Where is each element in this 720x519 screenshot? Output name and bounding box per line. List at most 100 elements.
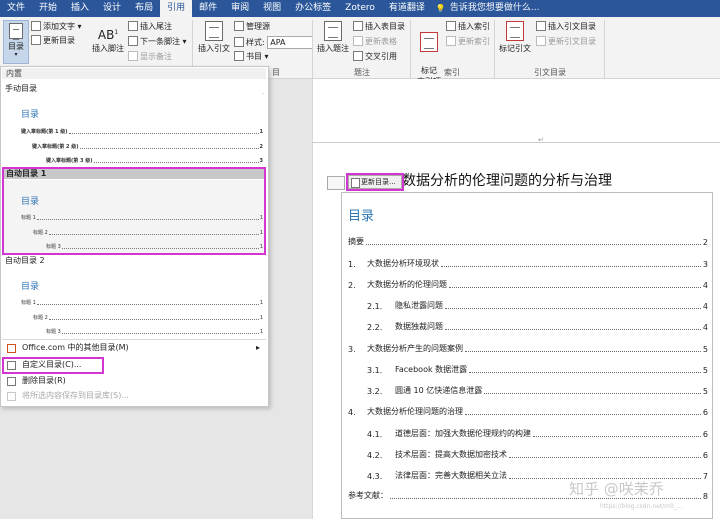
menu-office-more[interactable]: Office.com 中的其他目录(M) ▸ (2, 341, 266, 355)
toc-leader-dots (533, 436, 701, 437)
show-notes-button[interactable]: 显示备注 (128, 51, 172, 62)
toc-entry[interactable]: 4. 大数据分析伦理问题的治理 6 (348, 406, 708, 417)
tab-youdao[interactable]: 有道翻译 (382, 0, 432, 17)
toc-entry[interactable]: 4.2. 技术层面：提高大数据加密技术 6 (367, 449, 708, 460)
toc-button[interactable]: 目录 ▾ (3, 20, 29, 64)
tell-me-search[interactable]: 告诉我您想要做什么... (432, 0, 547, 17)
toc-entry-number: 2. (348, 281, 356, 290)
auto-toc-2-line: 标题 31 (46, 329, 263, 335)
tab-layout[interactable]: 布局 (128, 0, 160, 17)
paragraph-mark: ↵ (538, 136, 544, 144)
toc-control-handle[interactable] (327, 176, 345, 190)
update-index-button[interactable]: 更新索引 (446, 36, 490, 47)
toc-entry-number: 4. (348, 408, 356, 417)
group-label-captions: 题注 (354, 68, 370, 77)
toc-entry[interactable]: 1. 大数据分析环境现状 3 (348, 258, 708, 269)
toc-entry-number: 4.2. (367, 451, 383, 460)
mark-citation-button[interactable]: 标记引文 (497, 21, 533, 54)
toc-entry-text: 大数据分析的伦理问题 (367, 280, 447, 289)
toc-entry[interactable]: 摘要 2 (348, 236, 708, 247)
chevron-right-icon: ▸ (255, 343, 260, 352)
manual-toc-preview-title: 目录 (21, 110, 40, 120)
toc-entry[interactable]: 3. 大数据分析产生的问题案例 5 (348, 343, 708, 354)
next-footnote-button[interactable]: 下一条脚注 ▾ (128, 36, 187, 47)
toc-entry[interactable]: 3.1. Facebook 数据泄露 5 (367, 364, 708, 375)
toc-entry[interactable]: 2. 大数据分析的伦理问题 4 (348, 279, 708, 290)
insert-endnote-button[interactable]: 插入尾注 (128, 21, 172, 32)
table-of-figures-icon (353, 21, 363, 31)
document-title: 大数据分析的伦理问题的分析与治理 (388, 173, 612, 189)
ribbon-divider (494, 20, 495, 78)
insert-table-of-figures-button[interactable]: 插入表目录 (353, 21, 405, 32)
tab-home[interactable]: 开始 (32, 0, 64, 17)
update-table-of-authorities-button[interactable]: 更新引文目录 (536, 36, 596, 47)
menu-remove-toc[interactable]: 删除目录(R) (2, 374, 266, 388)
highlight-custom-toc (2, 357, 104, 374)
tab-file[interactable]: 文件 (0, 0, 32, 17)
toc-entry-page: 5 (702, 387, 708, 396)
toc-entry-text: 大数据分析伦理问题的治理 (367, 407, 463, 416)
toc-leader-dots (441, 266, 701, 267)
toc-entry[interactable]: 2.1. 隐私泄露问题 4 (367, 300, 708, 311)
tab-zotero[interactable]: Zotero (338, 0, 382, 17)
insert-citation-button[interactable]: 插入引文 (197, 21, 231, 54)
group-label-authorities: 引文目录 (534, 68, 566, 77)
tab-view[interactable]: 视图 (256, 0, 288, 17)
toc-entry[interactable]: 4.1. 道德层面：加强大数据伦理规约的构建 6 (367, 428, 708, 439)
tab-references[interactable]: 引用 (160, 0, 193, 17)
auto-toc-2-preview-title: 目录 (21, 282, 40, 292)
toc-entry[interactable]: 2.2. 数据独裁问题 4 (367, 321, 708, 332)
toc-entry-page: 6 (702, 430, 708, 439)
insert-footnote-button[interactable]: AB1 插入脚注 (90, 25, 126, 54)
update-table-button[interactable]: 更新表格 (353, 36, 397, 47)
toc-leader-dots (509, 457, 701, 458)
chevron-down-icon: ▾ (14, 51, 18, 58)
page-margin-guide (312, 142, 720, 143)
update-toc-button[interactable]: 更新目录 (31, 35, 75, 46)
endnote-icon (128, 21, 138, 31)
cross-reference-button[interactable]: 交叉引用 (353, 51, 397, 62)
insert-index-button[interactable]: 插入索引 (446, 21, 490, 32)
toc-leader-dots (465, 351, 701, 352)
style-dropdown[interactable]: APA (267, 36, 314, 49)
toc-entry-number: 2.1. (367, 302, 383, 311)
highlight-auto-toc-1 (2, 167, 266, 255)
manual-toc-line: 键入章标题(第 3 级) 3 (46, 158, 263, 164)
toc-entry-text: 摘要 (348, 237, 364, 246)
auto-toc-2-line: 标题 11 (21, 300, 263, 306)
toc-entry[interactable]: 3.2. 圆通 10 亿快递信息泄露 5 (367, 385, 708, 396)
refresh-icon (31, 35, 41, 45)
manage-sources-button[interactable]: 管理源 (234, 21, 270, 32)
mark-citation-icon (506, 21, 524, 41)
toc-entry-page: 4 (702, 323, 708, 332)
caption-icon (324, 21, 342, 41)
menu-save-selection[interactable]: 将所选内容保存到目录库(S)... (2, 389, 266, 403)
toc-entry-text: 技术层面：提高大数据加密技术 (395, 450, 507, 459)
toc-entry-number: 3. (348, 345, 356, 354)
next-footnote-icon (128, 36, 138, 46)
manual-toc-line: 键入章标题(第 1 级) 1 (21, 129, 263, 135)
toc-leader-dots (445, 308, 701, 309)
toc-entry-number: 4.3. (367, 472, 383, 481)
group-label-citations: 目 (272, 68, 280, 77)
manual-toc-line: 键入章标题(第 2 级) 2 (32, 144, 263, 150)
tab-mailings[interactable]: 邮件 (192, 0, 224, 17)
toc-entry-text: 参考文献： (348, 491, 388, 500)
menu-divider (2, 339, 266, 340)
tab-design[interactable]: 设计 (96, 0, 128, 17)
tab-insert[interactable]: 插入 (64, 0, 96, 17)
tab-review[interactable]: 审阅 (224, 0, 256, 17)
bibliography-button[interactable]: 书目 ▾ (234, 51, 269, 62)
toc-leader-dots (469, 372, 701, 373)
toc-entry-text: 大数据分析环境现状 (367, 259, 439, 268)
update-authorities-icon (536, 36, 546, 46)
style-selector[interactable]: 样式: APA (234, 36, 314, 49)
insert-table-of-authorities-button[interactable]: 插入引文目录 (536, 21, 596, 32)
tab-office-tab[interactable]: 办公标签 (288, 0, 338, 17)
insert-index-icon (446, 21, 456, 31)
save-to-gallery-icon (7, 392, 16, 401)
remove-toc-icon (7, 377, 16, 386)
add-text-button[interactable]: 添加文字 ▾ (31, 21, 82, 32)
insert-caption-button[interactable]: 插入题注 (316, 21, 350, 54)
watermark: 知乎 @咲茉乔 (569, 480, 664, 498)
